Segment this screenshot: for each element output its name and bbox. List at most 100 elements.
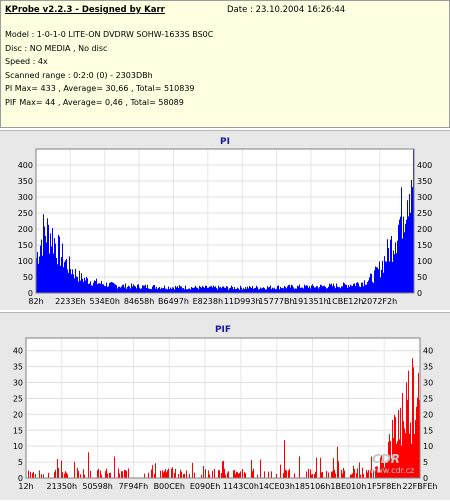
data-bar <box>221 473 222 478</box>
data-bar <box>70 269 71 293</box>
data-bar <box>137 284 138 293</box>
data-bar <box>332 286 333 293</box>
data-bar <box>351 474 352 478</box>
plot-area <box>35 148 415 294</box>
data-bar <box>225 287 226 293</box>
data-bar <box>172 467 173 478</box>
data-bar <box>297 285 298 293</box>
data-bar <box>77 467 78 478</box>
data-bar <box>331 283 332 293</box>
data-bar <box>379 261 380 293</box>
data-bar <box>206 286 207 293</box>
y-tick-label-right: 200 <box>417 225 432 234</box>
data-bar <box>193 288 194 293</box>
data-bar <box>58 467 59 478</box>
x-tick-label: 1CBE12h <box>327 297 363 306</box>
data-bar <box>211 285 212 293</box>
data-bar <box>105 286 106 293</box>
data-bar <box>287 286 288 293</box>
data-bar <box>317 286 318 293</box>
data-bar <box>410 212 411 293</box>
data-bar <box>357 468 358 478</box>
data-bar <box>358 283 359 293</box>
data-bar <box>43 474 44 478</box>
y-tick-label-right: 350 <box>417 177 432 186</box>
data-bar <box>129 286 130 293</box>
data-bar <box>394 254 395 293</box>
data-bar <box>65 471 66 478</box>
data-bar <box>87 278 88 293</box>
data-bar <box>168 286 169 293</box>
data-bar <box>265 289 266 293</box>
data-bar <box>286 288 287 293</box>
data-bar <box>58 234 59 293</box>
data-bar <box>110 282 111 293</box>
data-bar <box>72 269 73 293</box>
y-tick-label-left: 30 <box>13 379 23 388</box>
data-bar <box>353 465 354 478</box>
data-bar <box>296 288 297 293</box>
data-bar <box>338 287 339 293</box>
data-bar <box>57 458 58 478</box>
data-bar <box>402 238 403 293</box>
data-bar <box>126 288 127 293</box>
data-bar <box>119 473 120 478</box>
data-bar <box>260 459 261 478</box>
data-bar <box>155 288 156 293</box>
data-bar <box>302 287 303 293</box>
data-bar <box>151 469 152 478</box>
data-bar <box>122 471 123 478</box>
data-bar <box>74 278 75 293</box>
data-bar <box>393 250 394 293</box>
data-bar <box>387 239 388 293</box>
data-bar <box>114 283 115 293</box>
data-bar <box>159 286 160 293</box>
data-bar <box>285 469 286 478</box>
data-bar <box>360 474 361 478</box>
data-bar <box>144 285 145 293</box>
data-bar <box>142 285 143 293</box>
x-tick-label: E8238h <box>193 297 223 306</box>
data-bar <box>217 289 218 293</box>
data-bar <box>236 288 237 293</box>
data-bar <box>273 288 274 293</box>
data-bar <box>164 285 165 293</box>
data-bar <box>223 460 224 478</box>
data-bar <box>222 461 223 478</box>
data-bar <box>254 288 255 293</box>
data-bar <box>41 474 42 478</box>
data-bar <box>96 278 97 293</box>
data-bar <box>399 219 400 293</box>
data-bar <box>352 473 353 478</box>
data-bar <box>89 283 90 293</box>
data-bar <box>214 287 215 293</box>
data-bar <box>178 473 179 478</box>
data-bar <box>123 284 124 293</box>
data-bar <box>126 471 127 478</box>
x-tick-label: 50598h <box>82 482 113 491</box>
data-bar <box>277 286 278 293</box>
data-bar <box>205 285 206 293</box>
data-bar <box>266 289 267 293</box>
data-bar <box>344 470 345 478</box>
x-tick-label: B6497h <box>158 297 189 306</box>
y-tick-label-right: 250 <box>417 209 432 218</box>
data-bar <box>192 462 193 478</box>
data-bar <box>51 246 52 293</box>
data-bar <box>300 287 301 293</box>
data-bar <box>30 471 31 478</box>
data-bar <box>76 276 77 293</box>
watermark-logo: CDR <box>372 452 400 466</box>
data-bar <box>203 286 204 293</box>
data-bar <box>306 471 307 478</box>
data-bar <box>143 285 144 293</box>
data-bar <box>304 284 305 293</box>
data-bar <box>369 277 370 293</box>
data-bar <box>312 473 313 478</box>
x-tick-label: 191351h <box>293 297 329 306</box>
data-bar <box>274 287 275 293</box>
y-tick-label-left: 150 <box>18 241 33 250</box>
data-bar <box>238 288 239 293</box>
data-bar <box>164 471 165 478</box>
data-bar <box>146 287 147 293</box>
